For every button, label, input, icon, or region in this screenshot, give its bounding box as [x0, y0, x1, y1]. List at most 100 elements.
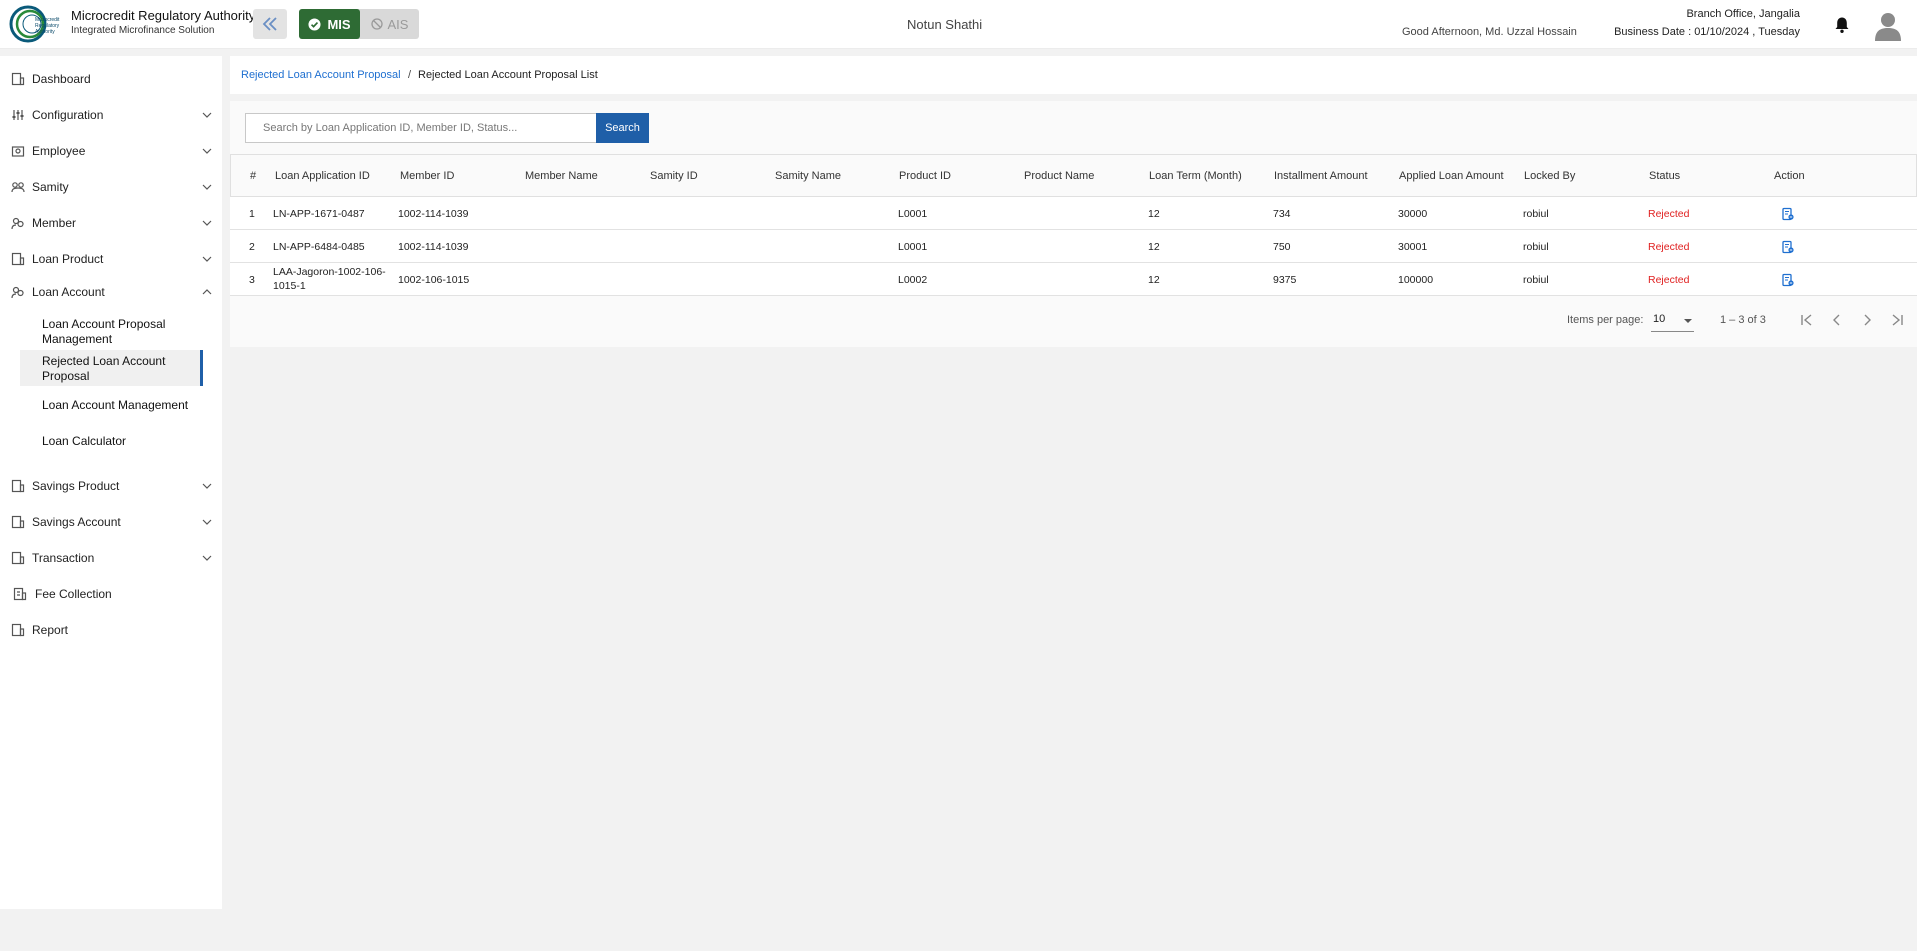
items-per-page-value: 10 [1653, 313, 1666, 325]
cell-product-id: L0002 [898, 274, 928, 286]
sidebar-subitem-loan-account-management[interactable]: Loan Account Management [20, 395, 203, 415]
chevron-down-icon [202, 256, 212, 262]
check-circle-icon [308, 17, 321, 31]
table-header-row: # Loan Application ID Member ID Member N… [230, 154, 1917, 197]
sidebar-item-loan-account[interactable]: Loan Account [0, 277, 222, 307]
employee-icon [11, 146, 25, 157]
sidebar-item-member[interactable]: Member [0, 208, 222, 238]
business-date: Business Date : 01/10/2024 , Tuesday [1614, 26, 1800, 38]
transaction-icon [11, 551, 25, 565]
column-header-action: Action [1774, 170, 1805, 182]
column-header-member-id: Member ID [400, 170, 455, 182]
sidebar-item-loan-product[interactable]: Loan Product [0, 244, 222, 274]
last-page-icon[interactable] [1889, 312, 1905, 328]
cell-loan-application-id: LN-APP-1671-0487 [273, 208, 365, 220]
sidebar-subitem-label: Loan Calculator [42, 434, 127, 448]
first-page-icon[interactable] [1799, 312, 1815, 328]
sidebar-subitem-loan-account-proposal-management[interactable]: Loan Account Proposal Management [20, 316, 203, 346]
sidebar-item-label: Report [32, 623, 69, 637]
chevron-down-icon [202, 184, 212, 190]
table-row: 1 LN-APP-1671-0487 1002-114-1039 L0001 1… [230, 197, 1917, 230]
sidebar-item-label: Dashboard [32, 72, 91, 86]
paginator-range: 1 – 3 of 3 [1720, 314, 1766, 326]
view-details-icon[interactable] [1781, 273, 1795, 287]
sidebar-item-label: Samity [32, 180, 69, 194]
column-header-loan-application-id: Loan Application ID [275, 170, 370, 182]
sidebar-item-label: Employee [32, 144, 86, 158]
status-badge: Rejected [1648, 208, 1690, 220]
user-avatar-icon[interactable] [1874, 11, 1902, 41]
breadcrumb-current: Rejected Loan Account Proposal List [418, 69, 598, 81]
cell-applied-loan-amount: 30000 [1398, 208, 1428, 220]
table-row: 3 LAA-Jagoron-1002-106- 1015-1 1002-106-… [230, 263, 1917, 296]
fee-collection-icon [13, 587, 27, 601]
sidebar-item-savings-product[interactable]: Savings Product [0, 471, 222, 501]
column-header-product-id: Product ID [899, 170, 951, 182]
sidebar-collapse-button[interactable] [253, 9, 287, 39]
next-page-icon[interactable] [1859, 312, 1875, 328]
sidebar-item-label: Loan Product [32, 252, 104, 266]
sidebar-subitem-label: Loan Account Management [42, 398, 189, 412]
cell-index: 1 [249, 208, 255, 220]
cell-installment-amount: 734 [1273, 208, 1291, 220]
group-icon [11, 182, 25, 193]
cell-applied-loan-amount: 30001 [1398, 241, 1428, 253]
chevron-up-icon [202, 289, 212, 295]
block-icon [370, 18, 383, 30]
previous-page-icon[interactable] [1829, 312, 1845, 328]
cell-loan-application-id: LN-APP-6484-0485 [273, 241, 365, 253]
sidebar-subitem-label-line1: Rejected Loan Account [42, 354, 166, 368]
breadcrumb: Rejected Loan Account Proposal / Rejecte… [230, 56, 1917, 94]
sidebar-item-label: Savings Account [32, 515, 121, 529]
cell-loan-term: 12 [1148, 241, 1160, 253]
sidebar-item-savings-account[interactable]: Savings Account [0, 507, 222, 537]
column-header-status: Status [1649, 170, 1681, 182]
savings-product-icon [11, 479, 25, 493]
loan-account-icon [11, 286, 24, 299]
column-header-locked-by: Locked By [1524, 170, 1576, 182]
column-header-product-name: Product Name [1024, 170, 1095, 182]
column-header-samity-name: Samity Name [775, 170, 842, 182]
cell-locked-by: robiul [1523, 241, 1549, 253]
savings-account-icon [11, 515, 25, 529]
sidebar-item-dashboard[interactable]: Dashboard [0, 64, 222, 94]
report-icon [11, 623, 25, 637]
sidebar-item-configuration[interactable]: Configuration [0, 100, 222, 130]
view-details-icon[interactable] [1781, 207, 1795, 221]
mode-toggle: MIS AIS [299, 9, 419, 39]
bell-icon[interactable] [1834, 16, 1850, 34]
search-button[interactable]: Search [596, 113, 649, 143]
sidebar-item-fee-collection[interactable]: Fee Collection [0, 579, 222, 609]
sidebar-item-report[interactable]: Report [0, 615, 222, 645]
cell-member-id: 1002-114-1039 [398, 241, 469, 253]
mode-ais-button[interactable]: AIS [360, 9, 419, 39]
sidebar-item-employee[interactable]: Employee [0, 136, 222, 166]
cell-loan-term: 12 [1148, 208, 1160, 220]
sidebar-item-label: Member [32, 216, 77, 230]
items-per-page-select[interactable]: 10 [1651, 310, 1694, 332]
breadcrumb-link-rejected-loan-account-proposal[interactable]: Rejected Loan Account Proposal [241, 69, 401, 81]
user-greeting: Good Afternoon, Md. Uzzal Hossain [1402, 26, 1577, 38]
status-badge: Rejected [1648, 274, 1690, 286]
sidebar-item-label: Savings Product [32, 479, 120, 493]
search-input[interactable] [245, 113, 597, 143]
sidebar-subitem-loan-calculator[interactable]: Loan Calculator [20, 431, 203, 451]
chevron-down-icon [202, 555, 212, 561]
mode-mis-button[interactable]: MIS [299, 9, 360, 39]
cell-product-id: L0001 [898, 241, 928, 253]
cell-product-id: L0001 [898, 208, 928, 220]
branch-name: Branch Office, Jangalia [1686, 8, 1800, 20]
dashboard-icon [11, 72, 25, 86]
status-badge: Rejected [1648, 241, 1690, 253]
view-details-icon[interactable] [1781, 240, 1795, 254]
sidebar-item-transaction[interactable]: Transaction [0, 543, 222, 573]
cell-index: 3 [249, 274, 255, 286]
sidebar-item-samity[interactable]: Samity [0, 172, 222, 202]
organization-name: Notun Shathi [907, 17, 983, 32]
sidebar-subitem-rejected-loan-account-proposal[interactable]: Rejected Loan Account Proposal [20, 350, 203, 386]
column-header-samity-id: Samity ID [650, 170, 698, 182]
column-header-index: # [250, 170, 257, 182]
cell-installment-amount: 9375 [1273, 274, 1297, 286]
dropdown-arrow-icon [1684, 319, 1692, 323]
member-icon [11, 217, 24, 230]
